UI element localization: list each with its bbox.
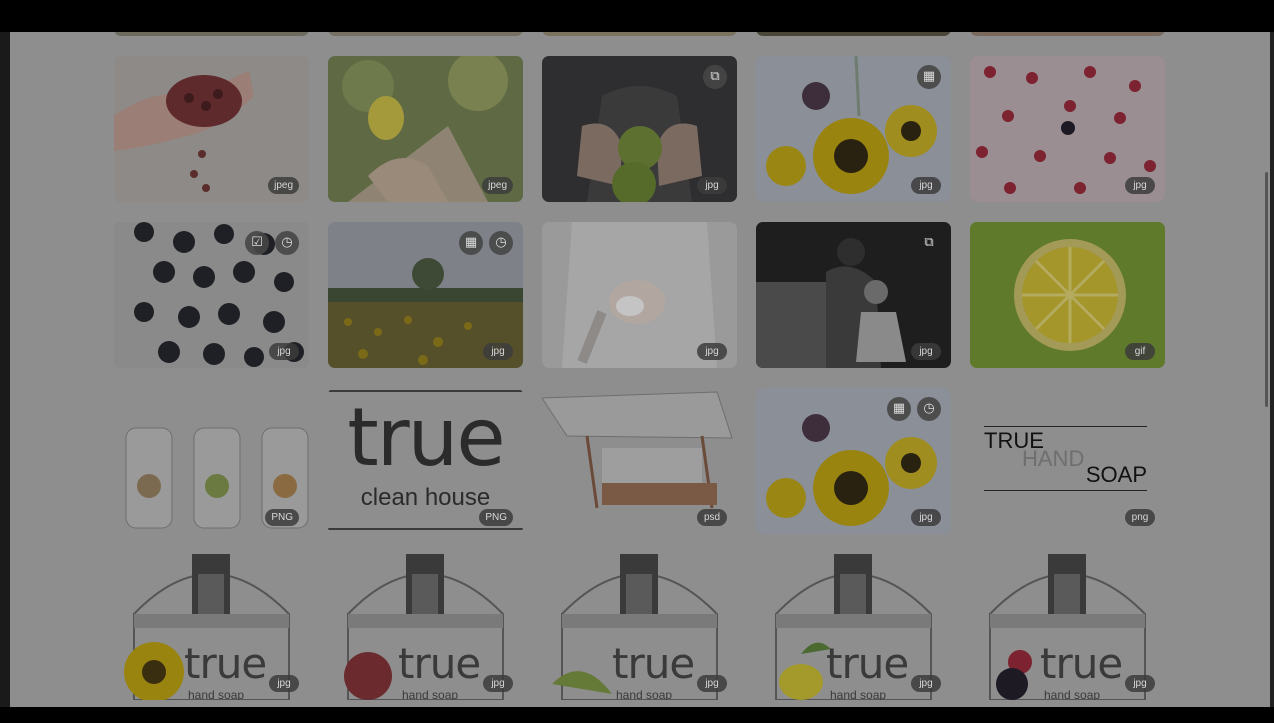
asset-tile[interactable]: psd	[542, 388, 737, 534]
left-frame-edge	[0, 32, 10, 707]
asset-tile[interactable]: true hand soap jpg	[970, 554, 1165, 700]
asset-tile[interactable]: jpeg	[328, 56, 523, 202]
asset-tile[interactable]: TRUE HAND SOAP png	[970, 388, 1165, 534]
asset-tile[interactable]: true hand soap jpg	[542, 554, 737, 700]
file-type-badge: jpg	[483, 343, 513, 360]
asset-grid-viewport[interactable]: jpeg jpeg ⧉ jpg ▦ jpg jpg ☑ ◷ jpg ▦ ◷ jp…	[10, 32, 1270, 707]
asset-tile-partial[interactable]	[328, 32, 523, 36]
bottle-label-word: true	[184, 639, 267, 688]
link-icon[interactable]: ⧉	[917, 231, 941, 255]
asset-tile[interactable]: ▦ ◷ jpg	[328, 222, 523, 368]
file-type-badge: jpg	[269, 675, 299, 692]
calendar-icon[interactable]: ▦	[887, 397, 911, 421]
link-icon[interactable]: ⧉	[703, 65, 727, 89]
asset-tile-partial[interactable]	[114, 32, 309, 36]
asset-tile[interactable]: jpg	[542, 222, 737, 368]
file-type-badge: jpg	[1125, 177, 1155, 194]
file-type-badge: jpg	[697, 343, 727, 360]
file-type-badge: PNG	[265, 509, 299, 526]
bottle-label-sub: hand soap	[830, 688, 887, 700]
schedule-icon[interactable]: ◷	[489, 231, 513, 255]
asset-tile[interactable]: ☑ ◷ jpg	[114, 222, 309, 368]
wordmark-line-3: SOAP	[1085, 462, 1147, 487]
bottle-label-word: true	[1040, 639, 1123, 688]
schedule-icon[interactable]: ◷	[275, 231, 299, 255]
file-type-badge: jpeg	[268, 177, 299, 194]
asset-tile[interactable]: true clean house PNG	[328, 388, 523, 534]
asset-tile[interactable]: jpeg	[114, 56, 309, 202]
asset-tile[interactable]: true hand soap jpg	[114, 554, 309, 700]
asset-tile[interactable]: PNG	[114, 388, 309, 534]
asset-tile-partial[interactable]	[970, 32, 1165, 36]
file-type-badge: jpg	[269, 343, 299, 360]
file-type-badge: jpeg	[482, 177, 513, 194]
file-type-badge: jpg	[697, 675, 727, 692]
asset-tile[interactable]: ▦ ◷ jpg	[756, 388, 951, 534]
file-type-badge: psd	[697, 509, 727, 526]
checklist-icon[interactable]: ☑	[245, 231, 269, 255]
bottle-label-sub: hand soap	[616, 688, 673, 700]
file-type-badge: gif	[1125, 343, 1155, 360]
asset-tile[interactable]: gif	[970, 222, 1165, 368]
asset-tile[interactable]: jpg	[970, 56, 1165, 202]
file-type-badge: jpg	[697, 177, 727, 194]
bottle-label-sub: hand soap	[1044, 688, 1101, 700]
asset-tile[interactable]: ⧉ jpg	[756, 222, 951, 368]
asset-tile-partial[interactable]	[542, 32, 737, 36]
divider-line	[984, 490, 1147, 491]
bottle-label-word: true	[826, 639, 909, 688]
file-type-badge: jpg	[911, 509, 941, 526]
file-type-badge: PNG	[479, 509, 513, 526]
schedule-icon[interactable]: ◷	[917, 397, 941, 421]
calendar-icon[interactable]: ▦	[459, 231, 483, 255]
divider-line	[328, 528, 523, 530]
asset-tile[interactable]: true hand soap jpg	[756, 554, 951, 700]
bottle-label-sub: hand soap	[402, 688, 459, 700]
file-type-badge: jpg	[911, 343, 941, 360]
asset-tile[interactable]: ⧉ jpg	[542, 56, 737, 202]
top-frame-bar	[0, 0, 1274, 32]
asset-tile[interactable]: ▦ jpg	[756, 56, 951, 202]
calendar-icon[interactable]: ▦	[917, 65, 941, 89]
file-type-badge: jpg	[911, 177, 941, 194]
divider-line	[984, 426, 1147, 427]
asset-tile-partial[interactable]	[756, 32, 951, 36]
logo-tagline: clean house	[360, 484, 491, 511]
bottle-label-sub: hand soap	[188, 688, 245, 700]
bottle-label-word: true	[398, 639, 481, 688]
file-type-badge: jpg	[911, 675, 941, 692]
file-type-badge: jpg	[1125, 675, 1155, 692]
bottle-label-word: true	[612, 639, 695, 688]
file-type-badge: jpg	[483, 675, 513, 692]
wordmark-line-2: HAND	[1022, 446, 1085, 471]
vertical-scrollbar[interactable]	[1265, 172, 1268, 407]
right-frame-edge	[1270, 32, 1274, 707]
logo-wordmark: true	[347, 391, 505, 484]
hand-soap-wordmark: TRUE HAND SOAP	[984, 428, 1147, 492]
file-type-badge: png	[1125, 509, 1155, 526]
asset-tile[interactable]: true hand soap jpg	[328, 554, 523, 700]
bottom-frame-bar	[0, 707, 1274, 723]
